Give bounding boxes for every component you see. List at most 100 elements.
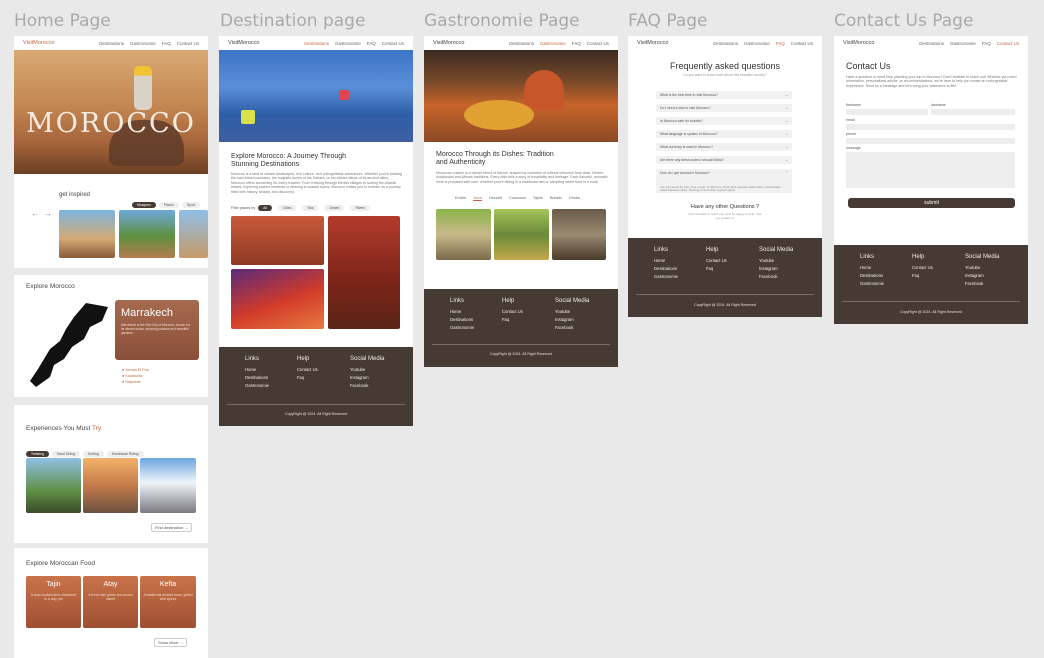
- footer-link-facebook[interactable]: Facebook: [350, 382, 384, 390]
- tab-drinks[interactable]: Drinks: [569, 196, 580, 201]
- filter-cities[interactable]: Cities: [277, 205, 297, 211]
- nav-gastronomie[interactable]: Gastronomie: [335, 41, 361, 46]
- tab-tajine[interactable]: Tajine: [533, 196, 543, 201]
- footer-link-faq[interactable]: Faq: [502, 316, 523, 324]
- footer-link-contact[interactable]: Contact Us: [297, 366, 318, 374]
- nav-destinations[interactable]: Destinations: [919, 41, 944, 46]
- footer-link-faq[interactable]: Faq: [297, 374, 318, 382]
- tab-horseback[interactable]: Horseback Riding: [106, 451, 144, 457]
- tab-mosques[interactable]: Mosques: [132, 202, 156, 208]
- food-card-kefta[interactable]: Kefta A traditional minced meat, grilled…: [140, 576, 196, 628]
- food-card-atay[interactable]: Atay A fresh mint green tea served sweet: [83, 576, 138, 628]
- nav-destinations[interactable]: Destinations: [509, 41, 534, 46]
- faq-question-expanded[interactable]: How do I get around in Morocco? ⌃ You can…: [656, 169, 792, 193]
- footer-link-youtube[interactable]: Youtube: [965, 264, 999, 272]
- brand-logo[interactable]: VisitMorocco: [637, 40, 668, 46]
- nav-faq[interactable]: FAQ: [776, 41, 785, 46]
- tab-surfing[interactable]: Surfing: [83, 451, 104, 457]
- email-field[interactable]: [846, 124, 1015, 130]
- show-more-button[interactable]: Show More →: [154, 638, 188, 647]
- firstname-field[interactable]: [846, 109, 928, 115]
- footer-link-home[interactable]: Home: [860, 264, 884, 272]
- experience-image-1[interactable]: [26, 458, 81, 513]
- tab-breads[interactable]: Breads: [550, 196, 562, 201]
- footer-link-youtube[interactable]: Youtube: [350, 366, 384, 374]
- nav-gastronomie[interactable]: Gastronomie: [744, 41, 770, 46]
- experience-image-3[interactable]: [140, 458, 196, 513]
- footer-link-faq[interactable]: Faq: [912, 272, 933, 280]
- arrow-left-icon[interactable]: ←: [31, 209, 39, 218]
- mosque-image-2[interactable]: [119, 210, 175, 258]
- message-field[interactable]: [846, 152, 1015, 188]
- tab-trekking[interactable]: Trekking: [26, 451, 49, 457]
- faq-question[interactable]: What language is spoken in Morocco? ⌄: [656, 130, 792, 138]
- footer-link-contact[interactable]: Contact Us: [912, 264, 933, 272]
- faq-question[interactable]: Do I need a visa to visit Morocco? ⌄: [656, 104, 792, 112]
- faq-question[interactable]: What currency is used in Morocco? ⌄: [656, 143, 792, 151]
- filter-all[interactable]: All: [258, 205, 272, 211]
- gastro-image-3[interactable]: [552, 209, 606, 260]
- brand-logo[interactable]: VisitMorocco: [228, 40, 259, 46]
- faq-question[interactable]: What is the best time to visit Morocco? ⌄: [656, 91, 792, 99]
- gastro-image-2[interactable]: [494, 209, 549, 260]
- submit-button[interactable]: submit: [848, 198, 1015, 208]
- find-destination-button[interactable]: Find destination →: [151, 523, 193, 532]
- footer-link-contact[interactable]: Contact Us: [706, 257, 727, 265]
- nav-destinations[interactable]: Destinations: [304, 41, 329, 46]
- tab-couscous[interactable]: Couscous: [509, 196, 526, 201]
- tab-dessert[interactable]: Dessert: [489, 196, 502, 201]
- nav-gastronomie[interactable]: Gastronomie: [130, 41, 156, 46]
- destination-image-1[interactable]: [231, 216, 324, 265]
- phone-field[interactable]: [846, 138, 1015, 144]
- mosque-image-3[interactable]: [179, 210, 208, 258]
- nav-faq[interactable]: FAQ: [162, 41, 171, 46]
- footer-link-home[interactable]: Home: [450, 308, 474, 316]
- marrakech-card[interactable]: Marrakech Marrakech is the Red City of M…: [115, 300, 199, 360]
- footer-link-gastronomie[interactable]: Gastronomie: [245, 382, 269, 390]
- footer-link-faq[interactable]: Faq: [706, 265, 727, 273]
- footer-link-instagram[interactable]: Instagram: [965, 272, 999, 280]
- faq-question[interactable]: Is Morocco safe for tourists? ⌄: [656, 117, 792, 125]
- footer-link-destinations[interactable]: Destinations: [245, 374, 269, 382]
- footer-link-gastronomie[interactable]: Gastronomie: [450, 324, 474, 332]
- footer-link-contact[interactable]: Contact Us: [502, 308, 523, 316]
- experience-image-2[interactable]: [83, 458, 138, 513]
- footer-link-gastronomie[interactable]: Gastronomie: [860, 280, 884, 288]
- footer-link-destinations[interactable]: Destinations: [654, 265, 678, 273]
- lastname-field[interactable]: [931, 109, 1015, 115]
- footer-link-home[interactable]: Home: [245, 366, 269, 374]
- footer-link-home[interactable]: Home: [654, 257, 678, 265]
- nav-contact[interactable]: Contact Us: [791, 41, 813, 46]
- footer-link-youtube[interactable]: Youtube: [759, 257, 793, 265]
- destination-image-2[interactable]: [231, 269, 324, 329]
- footer-link-destinations[interactable]: Destinations: [860, 272, 884, 280]
- tab-entree[interactable]: Entrée: [455, 196, 466, 201]
- footer-link-instagram[interactable]: Instagram: [759, 265, 793, 273]
- filter-desert[interactable]: Desert: [324, 205, 345, 211]
- tab-juice[interactable]: Juice: [473, 196, 483, 201]
- nav-gastronomie[interactable]: Gastronomie: [540, 41, 566, 46]
- mosque-image-1[interactable]: [59, 210, 115, 258]
- faq-question[interactable]: Are there any dress codes I should follo…: [656, 156, 792, 164]
- nav-faq[interactable]: FAQ: [982, 41, 991, 46]
- nav-destinations[interactable]: Destinations: [99, 41, 124, 46]
- filter-sea[interactable]: Sea: [302, 205, 319, 211]
- nav-faq[interactable]: FAQ: [367, 41, 376, 46]
- nav-contact[interactable]: Contact Us: [177, 41, 199, 46]
- nav-gastronomie[interactable]: Gastronomie: [950, 41, 976, 46]
- footer-link-destinations[interactable]: Destinations: [450, 316, 474, 324]
- tab-sand-skiing[interactable]: Sand Skiing: [51, 451, 80, 457]
- brand-logo[interactable]: VisitMorocco: [433, 40, 464, 46]
- arrow-right-icon[interactable]: →: [44, 209, 52, 218]
- footer-link-facebook[interactable]: Facebook: [759, 273, 793, 281]
- footer-link-gastronomie[interactable]: Gastronomie: [654, 273, 678, 281]
- nav-contact[interactable]: Contact Us: [997, 41, 1019, 46]
- footer-link-instagram[interactable]: Instagram: [555, 316, 589, 324]
- food-card-tajin[interactable]: Tajin A slow-cooked stew simmered in a c…: [26, 576, 81, 628]
- filter-rivers[interactable]: Rivers: [350, 205, 371, 211]
- tab-places[interactable]: Places: [158, 202, 179, 208]
- tab-sport[interactable]: Sport: [181, 202, 201, 208]
- footer-link-facebook[interactable]: Facebook: [555, 324, 589, 332]
- destination-image-3[interactable]: [328, 216, 400, 329]
- footer-link-facebook[interactable]: Facebook: [965, 280, 999, 288]
